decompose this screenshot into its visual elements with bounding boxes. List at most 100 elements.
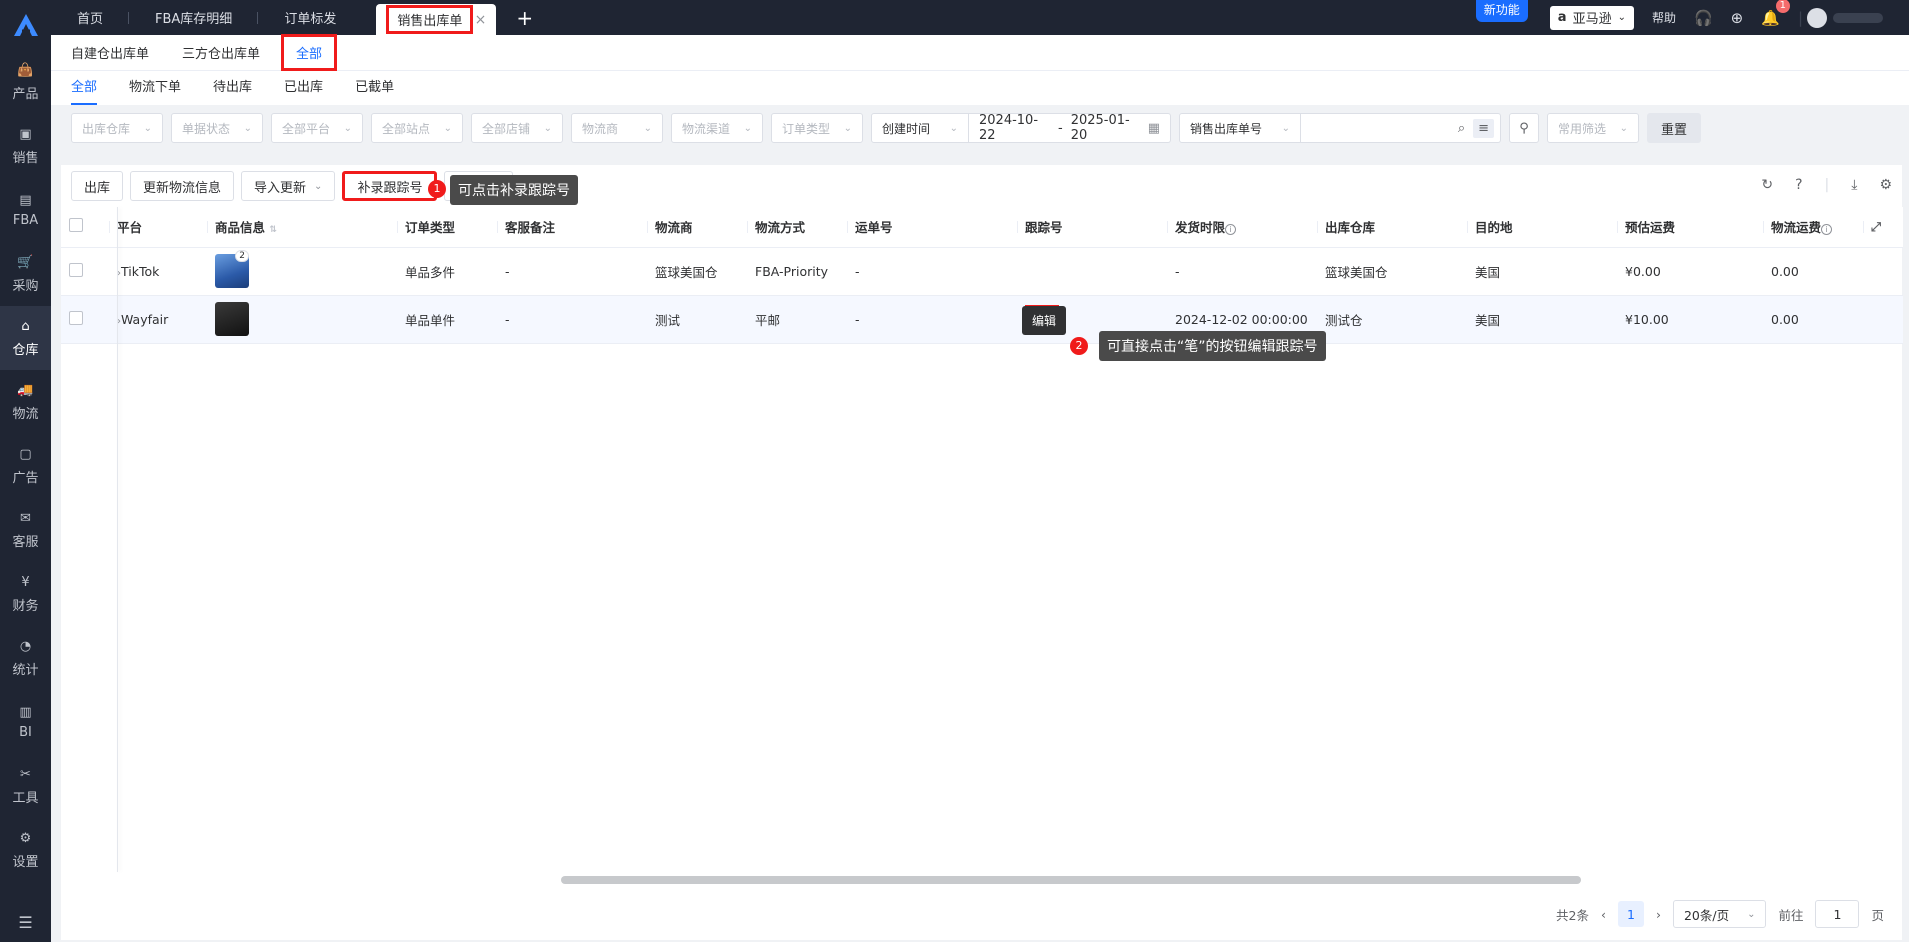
help-icon[interactable]: ? [1795,177,1802,193]
fullscreen-icon[interactable]: ⤢ [1871,219,1881,234]
table-row[interactable]: ›TikTok 2 单品多件 - 篮球美国仓 FBA-Priority - - … [61,247,1903,296]
common-filter-select[interactable]: 常用筛选 ⌄ [1547,113,1639,143]
outbound-button[interactable]: 出库 [71,171,124,201]
expand-col-header[interactable]: ⤢ [1863,207,1903,248]
channel-filter[interactable]: 物流渠道 ⌄ [671,113,763,143]
sidebar-item-1[interactable]: ▣ 销售 [0,114,51,178]
col-product-info[interactable]: 商品信息 ⇅ [207,207,397,248]
date-separator: - [1058,120,1063,136]
subtab-self-warehouse[interactable]: 自建仓出库单 [71,43,149,62]
close-icon[interactable]: × [475,12,487,28]
date-field-select[interactable]: 创建时间 ⌄ [871,113,969,143]
help-link[interactable]: 帮助 [1652,9,1676,26]
search-input[interactable]: ⌕ ≡ [1301,113,1501,143]
sidebar-item-0[interactable]: 👜 产品 [0,50,51,114]
product-thumbnail[interactable] [215,302,249,336]
platform-filter[interactable]: 全部平台 ⌄ [271,113,363,143]
sidebar-item-8[interactable]: ¥ 财务 [0,562,51,626]
deadline-cell: - [1167,247,1317,296]
prev-page-icon[interactable]: ‹ [1601,907,1606,922]
search-field-select[interactable]: 销售出库单号 ⌄ [1179,113,1301,143]
next-page-icon[interactable]: › [1656,907,1661,922]
sidebar-item-12[interactable]: ⚙ 设置 [0,818,51,882]
sidebar-item-3[interactable]: 🛒 采购 [0,242,51,306]
refresh-icon[interactable]: ↻ [1761,177,1773,193]
user-name[interactable] [1833,12,1883,23]
destination-cell: 美国 [1467,295,1617,344]
row-checkbox[interactable] [69,310,83,325]
subtab-all[interactable]: 全部 [281,34,338,71]
search-icon[interactable]: ⌕ [1458,121,1465,136]
status-tab-shipped[interactable]: 已出库 [284,71,323,105]
collapse-menu-icon[interactable]: ☰ [0,913,51,932]
subtab-third-party[interactable]: 三方仓出库单 [182,43,260,62]
product-thumbnail[interactable]: 2 [215,250,249,288]
sidebar-item-2[interactable]: ▤ FBA [0,178,51,242]
carrier-filter[interactable]: 物流商 ⌄ [571,113,663,143]
doc-status-filter[interactable]: 单据状态 ⌄ [171,113,263,143]
warehouse-cell: 测试仓 [1317,295,1467,344]
app-logo[interactable] [0,0,51,50]
pie-icon: ◔ [19,638,32,654]
tab-home[interactable]: 首页 [51,0,130,35]
bell-icon[interactable]: 🔔 1 [1761,0,1790,27]
status-tab-cutoff[interactable]: 已截单 [355,71,394,105]
reset-button[interactable]: 重置 [1647,113,1702,143]
add-tab-icon[interactable]: + [516,6,533,30]
status-tab-pending[interactable]: 待出库 [213,71,252,105]
tab-fba-inventory[interactable]: FBA库存明细 [129,0,259,35]
sidebar-item-7[interactable]: ✉ 客服 [0,498,51,562]
horizontal-scrollbar[interactable] [561,876,1581,884]
sidebar-item-label: 客服 [12,535,39,550]
step-1-tooltip: 可点击补录跟踪号 [450,175,578,205]
export-icon[interactable]: ⤓ [1851,177,1857,193]
warehouse-filter[interactable]: 出库仓库 ⌄ [71,113,163,143]
tab-sales-outbound[interactable]: 销售出库单 × [376,4,497,35]
date-range-picker[interactable]: 2024-10-22 - 2025-01-20 ▦ [969,113,1171,143]
avatar[interactable] [1807,7,1827,28]
support-icon[interactable]: 🎧 [1694,9,1713,27]
sidebar-item-9[interactable]: ◔ 统计 [0,626,51,690]
new-feature-badge[interactable]: 新功能 [1475,0,1528,22]
order-type-filter[interactable]: 订单类型 ⌄ [771,113,863,143]
update-logistics-button[interactable]: 更新物流信息 [130,171,235,201]
shop-filter[interactable]: 全部店铺 ⌄ [471,113,563,143]
select-all-checkbox[interactable] [69,218,83,233]
select-all-header[interactable] [61,207,109,248]
settings-icon[interactable]: ⚙ [1879,177,1892,193]
filter-label: 全部站点 [382,121,431,136]
method-cell: FBA-Priority [747,247,847,296]
tab-order-mark[interactable]: 订单标发 [258,0,376,35]
row-checkbox[interactable] [69,262,83,277]
est-fee-cell: ¥10.00 [1617,295,1763,344]
table-panel: 出库 更新物流信息 导入更新⌄ 补录跟踪号 更多⌄ ↻ ? | ⤓ ⚙ 平台 商… [61,165,1903,940]
platform-cell: Wayfair [121,311,169,327]
sidebar-item-5[interactable]: 🚚 物流 [0,370,51,434]
sidebar-item-4[interactable]: ⌂ 仓库 [0,306,51,370]
platform-cell: TikTok [121,263,160,279]
edit-tooltip: 编辑 [1022,306,1067,335]
warehouse-icon: ⌂ [21,318,30,334]
sort-icon[interactable]: ⇅ [269,225,277,235]
sidebar-item-11[interactable]: ✂ 工具 [0,754,51,818]
page-size-select[interactable]: 20条/页 ⌄ [1672,900,1767,928]
import-update-button[interactable]: 导入更新 ⌄ [241,171,336,201]
amazon-icon: a [1557,10,1567,25]
status-tab-all[interactable]: 全部 [71,71,98,105]
page-number[interactable]: 1 [1617,901,1644,927]
step-2-tooltip: 可直接点击“笔”的按钮编辑跟踪号 [1099,331,1326,361]
goto-page-input[interactable]: 1 [1815,900,1860,928]
table-row[interactable]: ›Wayfair 单品单件 - 测试 平邮 - ✎ 2024-12-02 00:… [61,295,1903,344]
advanced-filter-icon[interactable]: ⚲ [1509,113,1539,143]
sidebar-item-6[interactable]: ▢ 广告 [0,434,51,498]
info-icon[interactable]: i [1821,224,1833,236]
status-tab-logistics[interactable]: 物流下单 [129,71,181,105]
add-tracking-button[interactable]: 补录跟踪号 [342,171,438,201]
site-filter[interactable]: 全部站点 ⌄ [371,113,463,143]
multi-line-icon[interactable]: ≡ [1473,118,1494,138]
sidebar-item-label: 销售 [12,151,39,166]
sidebar-item-10[interactable]: ▥ BI [0,690,51,754]
store-select[interactable]: a 亚马逊 ⌄ [1549,5,1634,30]
info-icon[interactable]: i [1225,224,1237,236]
download-icon[interactable]: ⊕ [1731,9,1744,27]
